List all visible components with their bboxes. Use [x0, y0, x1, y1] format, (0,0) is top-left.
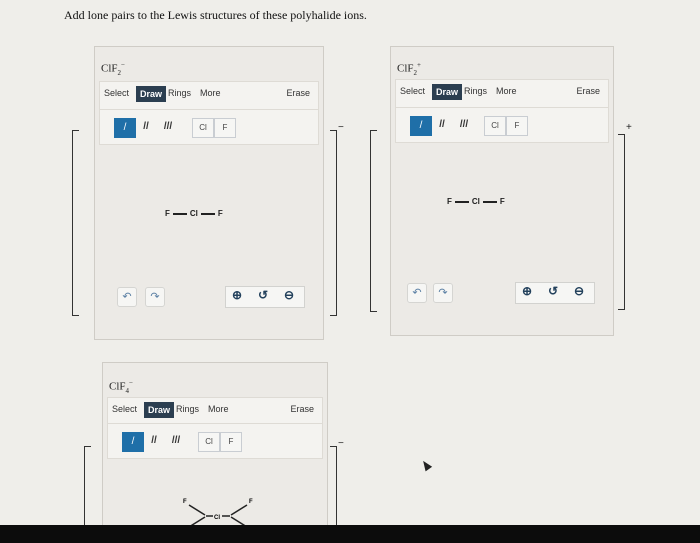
atom-cl[interactable]: Cl: [214, 515, 220, 521]
element-cl-button[interactable]: Cl: [198, 432, 220, 452]
atom-f-left[interactable]: F: [447, 197, 452, 206]
rings-tab[interactable]: Rings: [176, 404, 199, 414]
formula-label: ClF4−: [109, 379, 133, 395]
draw-tab[interactable]: Draw: [144, 402, 175, 418]
sketcher-panel-3: ClF4− Select Draw Rings More Erase / // …: [102, 362, 328, 533]
select-tab[interactable]: Select: [400, 86, 425, 96]
bond-line[interactable]: [200, 212, 215, 215]
more-tab[interactable]: More: [200, 88, 221, 98]
erase-button[interactable]: Erase: [286, 88, 310, 98]
bottom-bar: [0, 525, 700, 543]
bond-line[interactable]: [482, 200, 497, 203]
undo-icon[interactable]: ↶: [407, 283, 427, 303]
zoom-in-icon[interactable]: ⊕: [232, 288, 242, 302]
erase-button[interactable]: Erase: [576, 86, 600, 96]
zoom-out-icon[interactable]: ⊖: [574, 284, 584, 298]
atom-cl-center[interactable]: Cl: [472, 197, 480, 206]
bond-line[interactable]: [230, 504, 248, 516]
atom-f-right[interactable]: F: [500, 197, 505, 206]
double-bond-button[interactable]: //: [136, 118, 156, 136]
undo-icon[interactable]: ↶: [117, 287, 137, 307]
charge-label: +: [626, 122, 632, 133]
sketcher-toolbar: Select Draw Rings More Erase: [99, 81, 319, 111]
reset-icon[interactable]: ↺: [258, 288, 268, 302]
mouse-cursor-icon: [419, 458, 433, 472]
element-f-button[interactable]: F: [214, 118, 236, 138]
element-f-button[interactable]: F: [506, 116, 528, 136]
more-tab[interactable]: More: [208, 404, 229, 414]
zoom-controls: ⊕ ↺ ⊖: [515, 282, 595, 304]
left-bracket: [370, 130, 377, 312]
double-bond-button[interactable]: //: [432, 116, 452, 134]
select-tab[interactable]: Select: [104, 88, 129, 98]
lewis-structure[interactable]: F Cl F: [165, 209, 223, 218]
bond-line[interactable]: [454, 200, 469, 203]
double-bond-button[interactable]: //: [144, 432, 164, 450]
zoom-out-icon[interactable]: ⊖: [284, 288, 294, 302]
rings-tab[interactable]: Rings: [464, 86, 487, 96]
draw-tools-row: / // /// Cl F: [107, 423, 323, 459]
draw-tab[interactable]: Draw: [136, 86, 167, 102]
left-bracket: [72, 130, 79, 316]
reset-icon[interactable]: ↺: [548, 284, 558, 298]
atom-f[interactable]: F: [249, 499, 253, 505]
zoom-controls: ⊕ ↺ ⊖: [225, 286, 305, 308]
atom-f-right[interactable]: F: [218, 209, 223, 218]
left-bracket: [84, 446, 91, 537]
question-text: Add lone pairs to the Lewis structures o…: [64, 8, 367, 22]
zoom-in-icon[interactable]: ⊕: [522, 284, 532, 298]
single-bond-button[interactable]: /: [122, 432, 144, 452]
bond-line[interactable]: [188, 504, 206, 516]
triple-bond-button[interactable]: ///: [166, 432, 186, 450]
draw-tools-row: / // /// Cl F: [99, 109, 319, 145]
right-bracket: [618, 134, 625, 310]
sketcher-toolbar: Select Draw Rings More Erase: [395, 79, 609, 109]
formula-label: ClF2−: [101, 61, 125, 77]
bond-line[interactable]: [172, 212, 187, 215]
formula-label: ClF2+: [397, 61, 421, 77]
element-cl-button[interactable]: Cl: [484, 116, 506, 136]
right-bracket: [330, 446, 337, 537]
select-tab[interactable]: Select: [112, 404, 137, 414]
redo-icon[interactable]: ↷: [145, 287, 165, 307]
more-tab[interactable]: More: [496, 86, 517, 96]
lewis-structure[interactable]: F Cl F: [447, 197, 505, 206]
atom-f[interactable]: F: [183, 499, 187, 505]
single-bond-button[interactable]: /: [114, 118, 136, 138]
triple-bond-button[interactable]: ///: [454, 116, 474, 134]
right-bracket: [330, 130, 337, 316]
element-f-button[interactable]: F: [220, 432, 242, 452]
draw-tab[interactable]: Draw: [432, 84, 463, 100]
charge-label: −: [338, 122, 344, 133]
rings-tab[interactable]: Rings: [168, 88, 191, 98]
single-bond-button[interactable]: /: [410, 116, 432, 136]
erase-button[interactable]: Erase: [290, 404, 314, 414]
sketcher-panel-2: ClF2+ Select Draw Rings More Erase / // …: [390, 46, 614, 336]
element-cl-button[interactable]: Cl: [192, 118, 214, 138]
charge-label: −: [338, 438, 344, 449]
atom-f-left[interactable]: F: [165, 209, 170, 218]
sketcher-panel-1: ClF2− Select Draw Rings More Erase / // …: [94, 46, 324, 340]
draw-tools-row: / // /// Cl F: [395, 107, 609, 143]
atom-cl-center[interactable]: Cl: [190, 209, 198, 218]
redo-icon[interactable]: ↷: [433, 283, 453, 303]
triple-bond-button[interactable]: ///: [158, 118, 178, 136]
